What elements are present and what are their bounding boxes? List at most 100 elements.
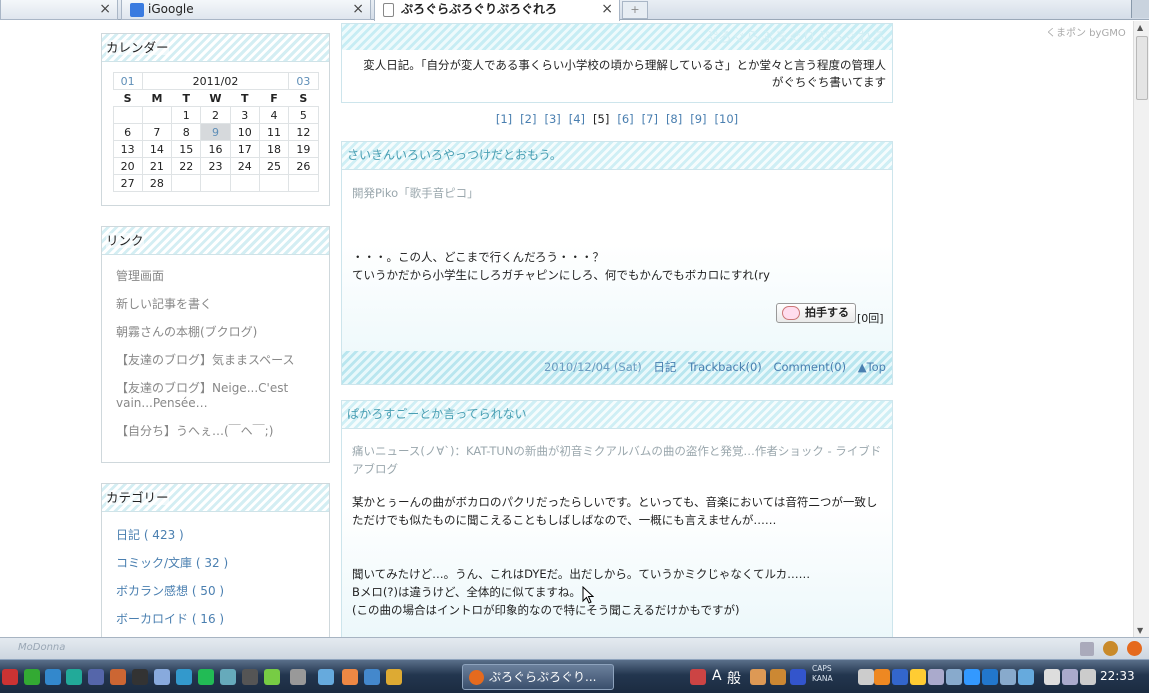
browser-tab-blog[interactable]: ぷろぐらぷろぐりぷろぐれろ ×	[374, 0, 620, 21]
entry-category-link[interactable]: 日記	[653, 360, 676, 374]
tray-icon[interactable]	[964, 669, 980, 685]
clap-count: [0回]	[857, 312, 884, 325]
calendar-day: 15	[171, 140, 202, 158]
app-icon[interactable]	[364, 669, 380, 685]
app-icon[interactable]	[132, 669, 148, 685]
page-link[interactable]: [8]	[666, 112, 682, 126]
app-icon[interactable]	[264, 669, 280, 685]
system-clock[interactable]: 22:33	[1100, 669, 1135, 683]
top-link[interactable]: ▲Top	[858, 360, 886, 374]
app-icon[interactable]	[690, 669, 706, 685]
addon-icon[interactable]	[1080, 642, 1094, 656]
category-item[interactable]: コミック/文庫 ( 32 )	[102, 556, 329, 571]
window-button[interactable]	[1131, 0, 1149, 18]
page-link[interactable]: [9]	[690, 112, 706, 126]
app-icon[interactable]	[386, 669, 402, 685]
tray-icon[interactable]	[982, 669, 998, 685]
category-item[interactable]: 日記 ( 423 )	[102, 528, 329, 543]
app-icon[interactable]	[318, 669, 334, 685]
calendar-next-month[interactable]: 03	[288, 72, 319, 90]
link-item[interactable]: 【友達のブログ】Neige...C'est vain...Pensée…	[102, 381, 329, 411]
app-icon[interactable]	[242, 669, 258, 685]
help-icon[interactable]	[790, 669, 806, 685]
entry-title[interactable]: さいきんいろいろやっつけだとおもう。	[342, 142, 892, 170]
tray-icon[interactable]	[874, 669, 890, 685]
tray-icon[interactable]	[910, 669, 926, 685]
scroll-up-icon[interactable]: ▲	[1137, 23, 1143, 32]
close-icon[interactable]: ×	[99, 0, 111, 18]
link-item[interactable]: 新しい記事を書く	[102, 297, 329, 312]
tray-icon[interactable]	[750, 669, 766, 685]
page-scrollbar[interactable]: ▲ ▼	[1133, 21, 1149, 637]
link-item[interactable]: 【自分ち】うへぇ…(￣ヘ￣;)	[102, 424, 329, 439]
entry-reference-link[interactable]: 痛いニュース(ノ∀`)：KAT-TUNの新曲が初音ミクアルバムの曲の盗作と発覚……	[352, 429, 882, 478]
calendar-day	[112, 106, 143, 124]
page-link[interactable]: [1]	[496, 112, 512, 126]
app-icon[interactable]	[290, 669, 306, 685]
app-icon[interactable]	[176, 669, 192, 685]
browser-tab-blank[interactable]: ×	[0, 0, 118, 20]
entry-title[interactable]: ぱかろすごーとか言ってられない	[342, 401, 892, 429]
tray-icon[interactable]	[770, 669, 786, 685]
app-icon[interactable]	[110, 669, 126, 685]
close-icon[interactable]: ×	[352, 0, 364, 18]
tab-label: ぷろぐらぷろぐりぷろぐれろ	[401, 2, 558, 16]
entry-reference-link[interactable]: 開発Piko「歌手音ピコ」	[352, 170, 882, 202]
close-icon[interactable]: ×	[601, 0, 613, 18]
calendar-weekday: F	[270, 91, 278, 105]
app-icon[interactable]	[66, 669, 82, 685]
tray-icon[interactable]	[1062, 669, 1078, 685]
link-item[interactable]: 管理画面	[102, 269, 329, 284]
monkey-icon[interactable]	[1103, 641, 1118, 656]
kumapon-badge[interactable]: くまポン byGMO	[1046, 24, 1126, 39]
ime-mode-indicator[interactable]: 般	[727, 668, 741, 688]
category-item[interactable]: ボカラン感想 ( 50 )	[102, 584, 329, 599]
ime-alpha-indicator[interactable]: A	[712, 668, 722, 684]
tray-icon[interactable]	[892, 669, 908, 685]
scroll-thumb[interactable]	[1136, 36, 1148, 100]
tray-icon[interactable]	[1000, 669, 1016, 685]
taskbar-firefox-window[interactable]: ぷろぐらぷろぐり...	[462, 664, 614, 690]
entry-text-line: ていうかだから小学生にしろガチャピンにしろ、何でもかんでもボカロにすれ(ry	[352, 268, 770, 282]
page-link[interactable]: [4]	[569, 112, 585, 126]
browser-status-bar: MoDonna	[0, 637, 1149, 659]
volume-icon[interactable]	[1080, 669, 1096, 685]
link-item[interactable]: 【友達のブログ】気ままスペース	[102, 353, 329, 368]
app-icon[interactable]	[154, 669, 170, 685]
trackback-link[interactable]: Trackback(0)	[688, 360, 762, 374]
page-link[interactable]: [3]	[544, 112, 560, 126]
tray-icon[interactable]	[928, 669, 944, 685]
page-link[interactable]: [6]	[617, 112, 633, 126]
entry-text-line: (この曲の場合はイントロが印象的なので特にそう聞こえるだけかもですが)	[352, 603, 740, 617]
page-link[interactable]: [7]	[642, 112, 658, 126]
app-icon[interactable]	[45, 669, 61, 685]
page-link[interactable]: [2]	[520, 112, 536, 126]
calendar-day[interactable]: 9	[200, 123, 231, 141]
calendar-day: 23	[200, 157, 231, 175]
app-icon[interactable]	[342, 669, 358, 685]
tray-icon[interactable]	[1044, 669, 1060, 685]
page-link[interactable]: [10]	[715, 112, 739, 126]
calendar-day: 4	[258, 106, 290, 124]
app-icon[interactable]	[198, 669, 214, 685]
start-orb-icon[interactable]	[2, 669, 18, 685]
app-icon[interactable]	[88, 669, 104, 685]
app-icon[interactable]	[220, 669, 236, 685]
link-item[interactable]: 朝霧さんの本棚(ブクログ)	[102, 325, 329, 340]
scroll-down-icon[interactable]: ▼	[1137, 626, 1143, 635]
tray-icon[interactable]	[858, 669, 874, 685]
firefox-icon[interactable]	[1127, 641, 1142, 656]
calendar-day	[229, 174, 260, 192]
site-title[interactable]: ぷろぐらぷろぐりぷろぐれろ	[704, 27, 886, 47]
clap-button[interactable]: 拍手する	[776, 303, 856, 323]
tray-icon[interactable]	[946, 669, 962, 685]
tray-icon[interactable]	[1018, 669, 1034, 685]
new-tab-button[interactable]: +	[622, 1, 648, 19]
app-icon[interactable]	[24, 669, 40, 685]
quicklaunch-more-icon[interactable]	[420, 669, 436, 685]
calendar-prev-month[interactable]: 01	[112, 72, 143, 90]
category-item[interactable]: ボーカロイド ( 16 )	[102, 612, 329, 627]
browser-tab-igoogle[interactable]: iGoogle ×	[121, 0, 371, 20]
calendar-day: 7	[141, 123, 173, 141]
comment-link[interactable]: Comment(0)	[773, 360, 846, 374]
